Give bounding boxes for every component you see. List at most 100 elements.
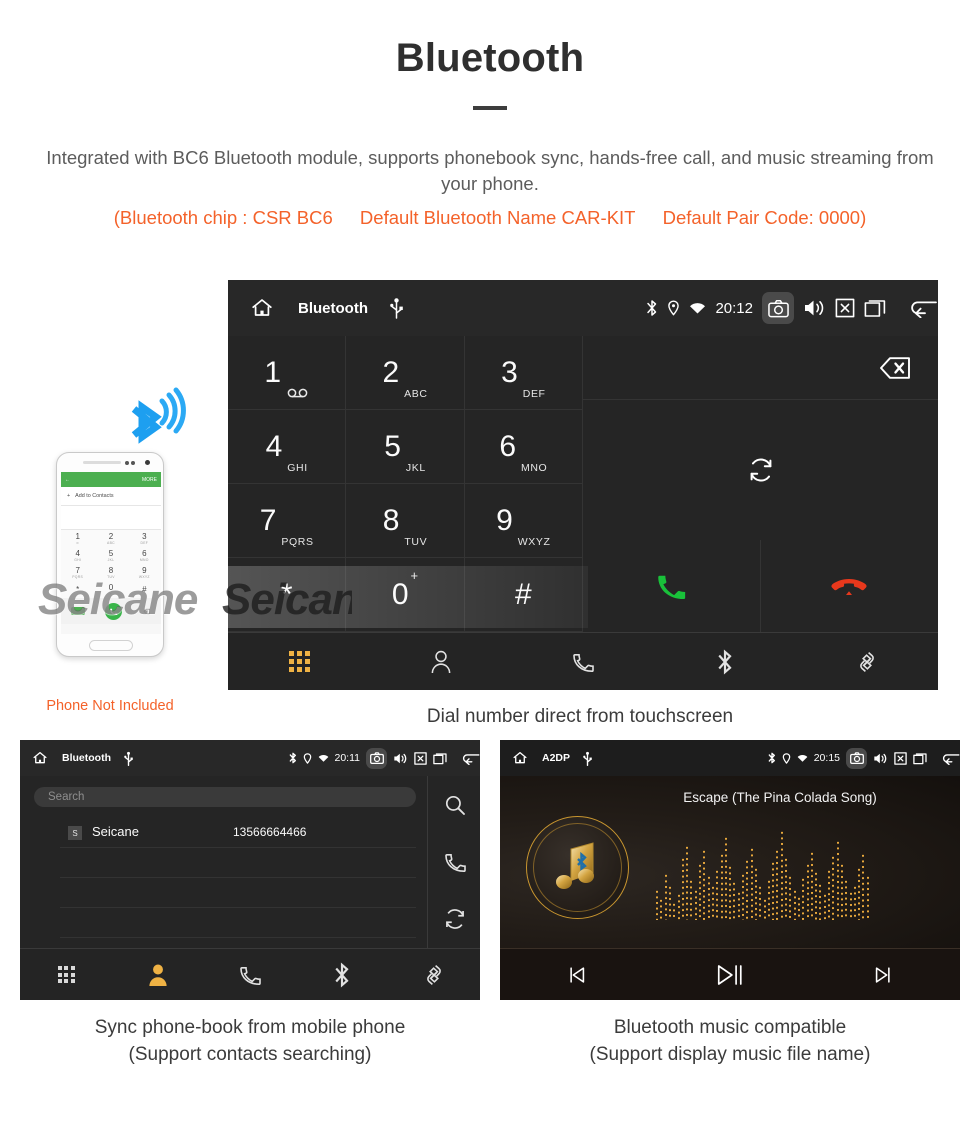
phone-key-letters: JKL: [107, 557, 115, 562]
dial-key-number: 5: [384, 429, 401, 463]
dial-key-7[interactable]: 7 PQRS: [228, 484, 347, 558]
close-box-icon[interactable]: [894, 751, 907, 765]
bluetooth-icon: [335, 962, 349, 987]
spec-line: (Bluetooth chip : CSR BC6 Default Blueto…: [20, 207, 960, 229]
voicemail-icon: [287, 388, 309, 398]
phone-key-number: #: [142, 584, 147, 594]
phonebook-caption: Sync phone-book from mobile phone (Suppo…: [10, 1014, 490, 1068]
search-input[interactable]: Search: [34, 787, 416, 807]
phone-key-number: 2: [108, 531, 114, 541]
wifi-icon: [318, 754, 329, 763]
back-icon[interactable]: [941, 752, 960, 765]
dial-key-5[interactable]: 5 JKL: [346, 410, 465, 484]
play-pause-icon[interactable]: [653, 962, 806, 988]
volume-icon[interactable]: [873, 752, 888, 765]
call-button[interactable]: [583, 540, 761, 632]
phone-key-letters: MNO: [139, 557, 149, 562]
phone-sensor-2: [131, 460, 135, 465]
home-icon[interactable]: [32, 750, 48, 766]
phone-key: 7 PQRS: [61, 564, 94, 581]
phone-key-number: 3: [142, 531, 147, 541]
contacts-icon: [149, 964, 167, 986]
back-icon[interactable]: [908, 298, 938, 318]
dial-key-6[interactable]: 6 MNO: [464, 410, 583, 484]
volume-icon[interactable]: [803, 298, 826, 318]
sync-icon: [445, 909, 464, 930]
phonebook-nav-bluetooth[interactable]: [296, 962, 388, 988]
recents-icon[interactable]: [913, 752, 927, 765]
next-track-icon[interactable]: [807, 964, 960, 986]
back-icon[interactable]: [461, 752, 480, 765]
phonebook-clock: 20:11: [334, 752, 361, 764]
phone-key-number: 7: [75, 565, 80, 575]
dialer-nav-call-log[interactable]: [512, 650, 654, 674]
dial-key-hash[interactable]: #: [464, 558, 583, 632]
bluetooth-music-note-icon: [526, 816, 629, 919]
previous-track-icon[interactable]: [500, 964, 653, 986]
dial-key-0[interactable]: 0 +: [346, 558, 465, 632]
phone-key-letters: GHI: [74, 557, 82, 562]
dialer-nav-contacts[interactable]: [370, 650, 512, 674]
dialer-title: Bluetooth: [298, 299, 368, 317]
volume-icon[interactable]: [393, 752, 408, 765]
phone-key: 6 MNO: [128, 547, 161, 564]
phonebook-nav-contacts[interactable]: [112, 963, 204, 987]
rail-sync-button[interactable]: [429, 891, 480, 948]
dial-key-star[interactable]: *: [228, 558, 347, 632]
phone-key-letters: ABC: [107, 540, 115, 545]
dial-key-letters: DEF: [522, 388, 546, 400]
phone-key-letters: PQRS: [72, 574, 84, 579]
phone-key: 9 WXYZ: [128, 564, 161, 581]
sync-icon[interactable]: [747, 456, 775, 484]
phonebook-nav-call-log[interactable]: [204, 963, 296, 987]
dial-key-letters: MNO: [521, 462, 548, 474]
backspace-icon[interactable]: [866, 355, 912, 381]
dial-key-1[interactable]: 1: [228, 336, 347, 410]
phone-key-number: *: [76, 584, 80, 594]
close-box-icon[interactable]: [835, 298, 855, 318]
end-call-button[interactable]: [761, 540, 939, 632]
phone-key-number: 9: [142, 565, 147, 575]
dial-key-9[interactable]: 9 WXYZ: [464, 484, 583, 558]
music-clock: 20:15: [813, 752, 840, 764]
dialer-nav-keypad[interactable]: [228, 651, 370, 672]
rail-call-button[interactable]: [429, 833, 480, 890]
recents-icon[interactable]: [864, 298, 886, 318]
visualizer-bar: [865, 875, 870, 920]
dialed-number-display[interactable]: [583, 336, 938, 400]
music-body: Escape (The Pina Colada Song): [500, 776, 960, 948]
dial-key-2[interactable]: 2 ABC: [346, 336, 465, 410]
camera-icon[interactable]: [762, 292, 794, 324]
close-box-icon[interactable]: [414, 751, 427, 765]
plus-superscript-icon: +: [410, 568, 419, 583]
home-icon[interactable]: [250, 296, 274, 320]
dialer-nav-pair-link[interactable]: [796, 649, 938, 675]
phone-more-label: MORE: [142, 476, 157, 483]
dial-key-3[interactable]: 3 DEF: [464, 336, 583, 410]
phone-key-number: 4: [75, 548, 80, 558]
phone-home-button: [89, 640, 133, 651]
home-icon[interactable]: [512, 750, 528, 766]
dial-key-8[interactable]: 8 TUV: [346, 484, 465, 558]
dial-key-letters: PQRS: [281, 536, 314, 548]
phone-key-number: 0: [108, 582, 114, 592]
music-caption-line2: (Support display music file name): [589, 1044, 871, 1065]
music-status-icons: 20:15: [762, 747, 960, 769]
dial-key-4[interactable]: 4 GHI: [228, 410, 347, 484]
phone-front-camera: [145, 460, 150, 465]
phonebook-nav-pair-link[interactable]: [388, 962, 480, 988]
phone-key-letters: ∞: [76, 540, 80, 545]
phone-key-letters: +: [109, 591, 113, 596]
rail-search-button[interactable]: [429, 776, 480, 833]
phonebook-nav-keypad[interactable]: [20, 966, 112, 983]
location-icon: [782, 752, 791, 764]
dial-key-number: 9: [496, 503, 513, 537]
phonebook-side-rail: [429, 776, 480, 948]
recents-icon[interactable]: [433, 752, 447, 765]
wifi-icon: [689, 302, 706, 315]
dialer-nav-bluetooth[interactable]: [654, 649, 796, 675]
phone-key: 0 +: [94, 581, 127, 598]
phone-key: 3 DEF: [128, 530, 161, 547]
camera-icon[interactable]: [846, 747, 867, 769]
camera-icon[interactable]: [366, 747, 387, 769]
